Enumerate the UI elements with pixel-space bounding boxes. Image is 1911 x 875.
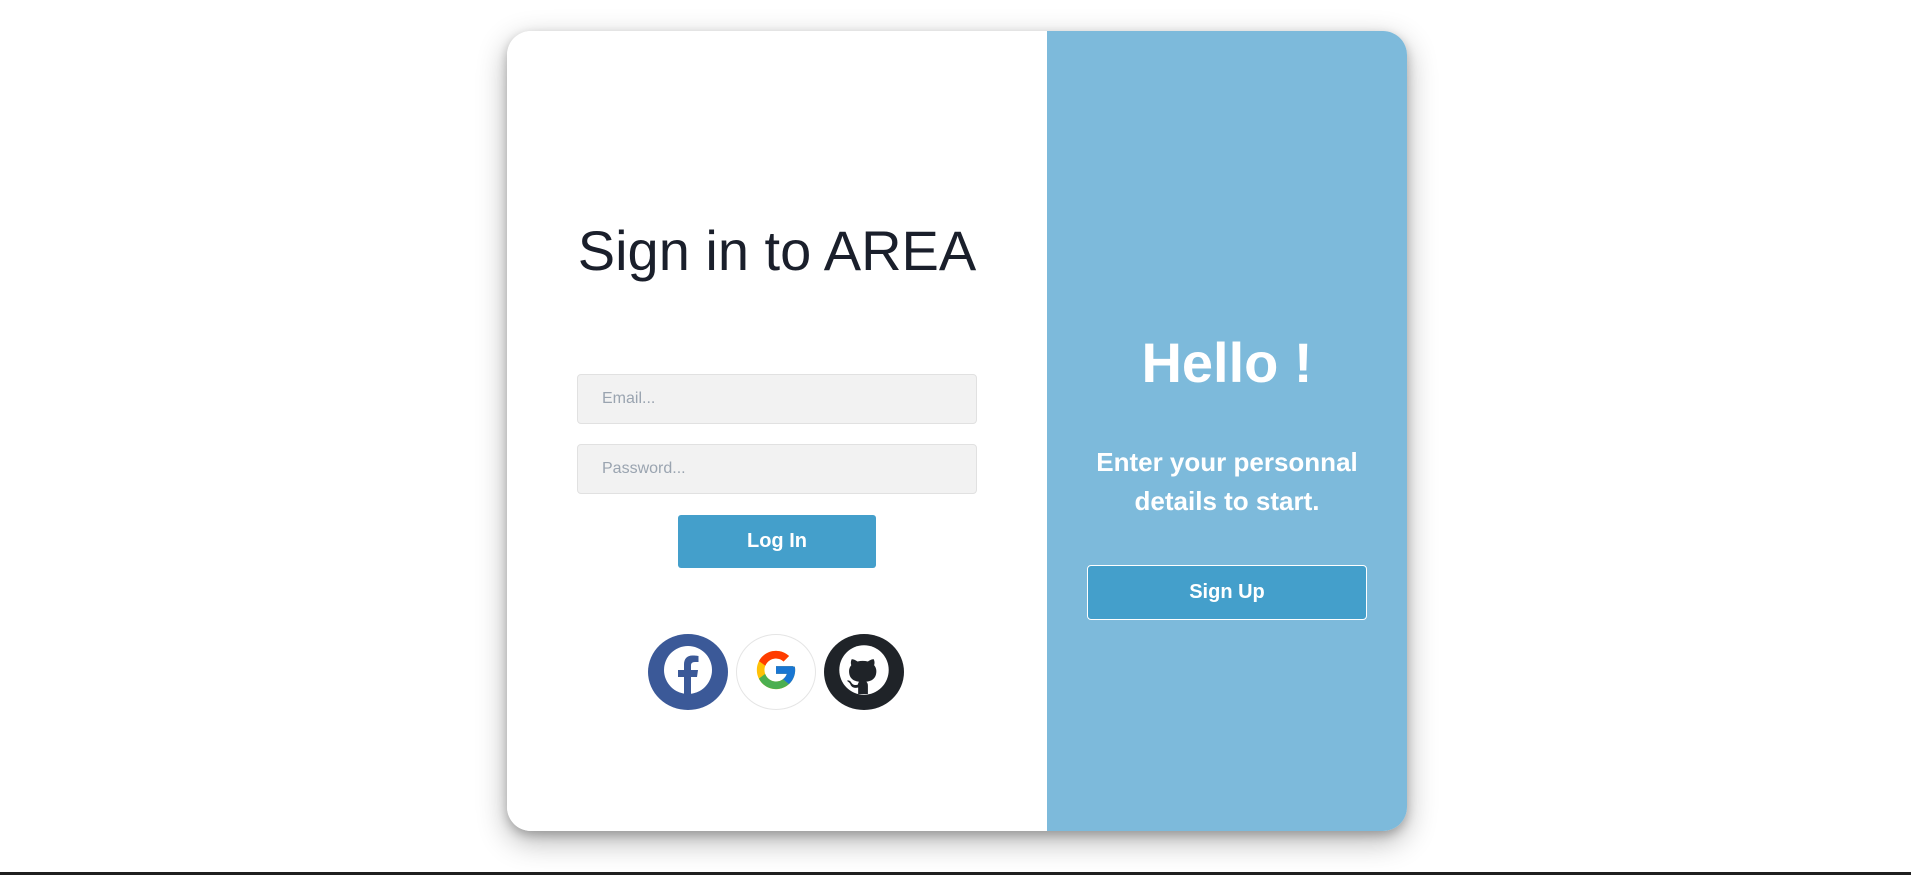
- facebook-icon: [662, 644, 714, 701]
- email-field[interactable]: [577, 374, 977, 424]
- login-button[interactable]: Log In: [678, 515, 876, 568]
- page: Sign in to AREA Log In: [0, 0, 1911, 875]
- panel-title: Hello !: [1141, 331, 1313, 394]
- github-login-button[interactable]: [824, 634, 904, 710]
- google-icon: [753, 647, 799, 698]
- facebook-login-button[interactable]: [648, 634, 728, 710]
- github-icon: [838, 644, 890, 701]
- social-login-group: [648, 634, 904, 710]
- page-title: Sign in to AREA: [577, 219, 977, 282]
- signin-panel: Sign in to AREA Log In: [507, 31, 1047, 831]
- signup-button[interactable]: Sign Up: [1087, 565, 1367, 620]
- panel-subtitle: Enter your personnal details to start.: [1096, 447, 1358, 516]
- auth-card: Sign in to AREA Log In: [507, 31, 1407, 831]
- password-field[interactable]: [577, 444, 977, 494]
- signup-panel: Hello ! Enter your personnal details to …: [1047, 31, 1407, 831]
- google-login-button[interactable]: [736, 634, 816, 710]
